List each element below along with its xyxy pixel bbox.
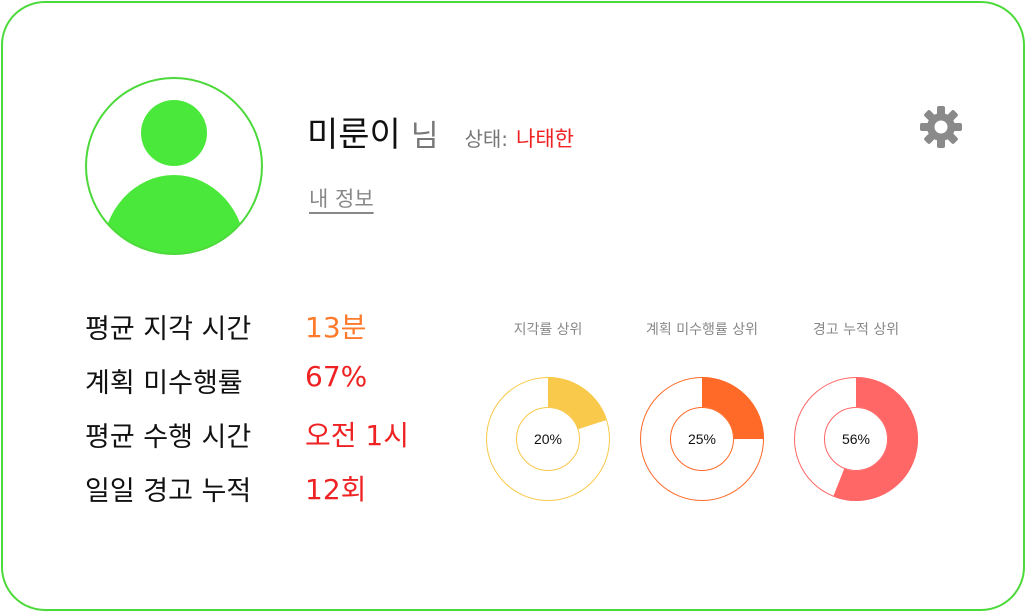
donut-label-plan-miss-rate: 25% — [688, 431, 716, 447]
my-info-link[interactable]: 내 정보 — [309, 183, 374, 213]
status-value: 나태한 — [516, 127, 574, 151]
profile-card: 미룬이 님 상태: 나태한 내 정보 평균 지각 시간 13분 계획 미수행률 … — [1, 1, 1025, 611]
stat-label-plan-miss-rate: 계획 미수행률 — [85, 368, 243, 399]
ranking-title-late-rate: 지각률 상위 — [513, 322, 583, 338]
donut-chart-plan-miss-rate: 25% — [640, 377, 764, 501]
user-name: 미룬이 — [307, 115, 401, 155]
ranking-title-plan-miss-rate: 계획 미수행률 상위 — [646, 322, 758, 338]
stat-value-plan-miss-rate: 67% — [305, 360, 368, 393]
status-label: 상태: — [464, 127, 508, 151]
donut-label-late-rate: 20% — [534, 431, 562, 447]
profile-header: 미룬이 님 상태: 나태한 — [307, 107, 574, 155]
stat-label-avg-exec-time: 평균 수행 시간 — [85, 422, 252, 453]
donut-chart-late-rate: 20% — [486, 377, 610, 501]
stat-value-daily-warnings: 12회 — [305, 473, 367, 506]
stat-label-avg-late-time: 평균 지각 시간 — [85, 314, 252, 345]
gear-icon[interactable] — [919, 105, 963, 149]
stat-value-avg-late-time: 13분 — [305, 311, 367, 344]
honorific: 님 — [410, 119, 439, 154]
donut-chart-warning-count: 56% — [794, 377, 918, 501]
donut-label-warning-count: 56% — [842, 431, 870, 447]
stat-label-daily-warnings: 일일 경고 누적 — [85, 476, 252, 507]
ranking-title-warning-count: 경고 누적 상위 — [812, 322, 900, 338]
stat-value-avg-exec-time: 오전 1시 — [305, 419, 409, 452]
user-avatar-icon[interactable] — [85, 77, 263, 255]
